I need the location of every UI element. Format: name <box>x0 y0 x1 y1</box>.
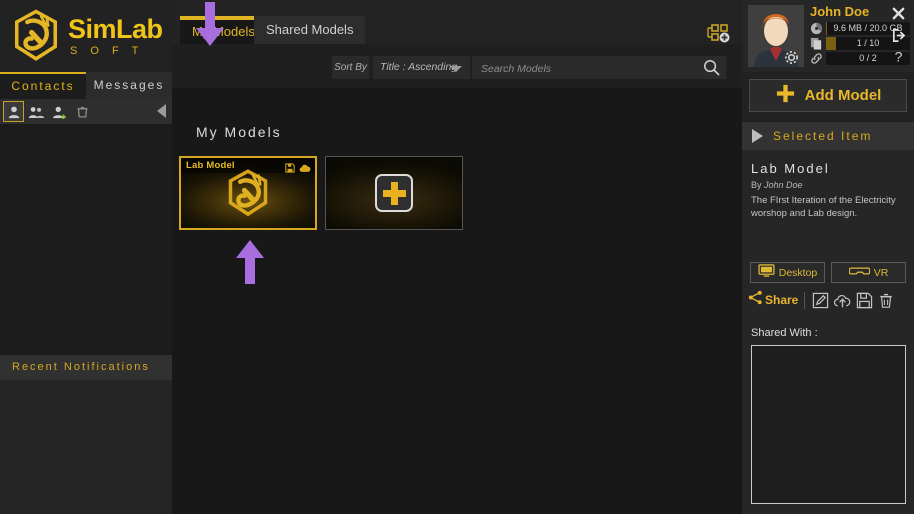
model-author: By John Doe <box>751 180 803 190</box>
monitor-icon <box>758 263 775 282</box>
share-icon[interactable] <box>748 290 763 310</box>
upload-cloud-icon[interactable] <box>831 291 853 310</box>
selected-item-header[interactable]: Selected Item <box>742 122 914 150</box>
right-sidebar: John Doe 9.6 MB / 20.0 GB 1 / 10 0 / 2 ?… <box>742 0 914 514</box>
app-window: SimLab S O F T Contacts Messages Recent … <box>0 0 914 514</box>
save-icon <box>285 160 295 178</box>
share-label[interactable]: Share <box>765 293 798 307</box>
search-input[interactable] <box>479 56 698 81</box>
collapse-left-icon[interactable] <box>157 104 166 118</box>
contacts-list[interactable] <box>0 124 172 355</box>
search-icon[interactable] <box>703 59 720 76</box>
triangle-right-icon <box>752 129 763 143</box>
view-vr-label: VR <box>873 266 889 279</box>
svg-text:?: ? <box>894 49 902 65</box>
contact-icon[interactable] <box>3 101 24 122</box>
add-model-label: Add Model <box>804 87 882 104</box>
user-name: John Doe <box>810 4 870 19</box>
sort-by-select[interactable]: Title : Ascending <box>373 56 470 79</box>
vr-headset-icon <box>848 264 870 282</box>
window-buttons: ? <box>885 2 911 68</box>
sort-by-value: Title : Ascending <box>380 61 458 73</box>
shared-with-section: Shared With : <box>742 317 914 514</box>
contact-group-icon[interactable] <box>26 101 47 122</box>
brand-subtitle: S O F T <box>70 44 144 57</box>
cloud-icon <box>299 160 311 178</box>
sidebar-tab-messages[interactable]: Messages <box>86 72 172 99</box>
add-group-icon[interactable] <box>706 22 732 44</box>
view-vr-button[interactable]: VR <box>831 262 906 283</box>
chevron-down-icon <box>450 66 462 72</box>
search-models-box[interactable] <box>472 56 726 81</box>
model-thumbnail-logo <box>220 166 276 222</box>
model-details: Lab Model By John Doe The FIrst Iteratio… <box>742 150 914 317</box>
author-name: John Doe <box>764 180 803 190</box>
simlab-dragon-logo-icon <box>8 8 64 64</box>
model-actions: Share <box>748 290 908 310</box>
links-icon <box>810 52 823 65</box>
plus-icon[interactable] <box>375 174 413 212</box>
recent-notifications-header: Recent Notifications <box>0 355 172 380</box>
shared-with-label: Shared With : <box>751 327 818 339</box>
add-model-button[interactable]: Add Model <box>749 79 907 112</box>
selected-item-label: Selected Item <box>773 129 873 143</box>
help-icon[interactable]: ? <box>885 46 911 68</box>
shared-with-list[interactable] <box>751 345 906 504</box>
action-divider <box>804 291 806 309</box>
sidebar-tab-contacts[interactable]: Contacts <box>0 72 86 99</box>
model-card-status-icons <box>285 160 311 178</box>
gear-icon[interactable] <box>784 50 799 65</box>
user-header: John Doe 9.6 MB / 20.0 GB 1 / 10 0 / 2 ? <box>742 0 914 72</box>
brand-name: SimLab <box>68 13 163 44</box>
plus-icon <box>775 83 796 109</box>
storage-icon <box>810 22 823 35</box>
model-card-lab-model[interactable]: Lab Model <box>179 156 317 230</box>
sort-toolbar: Sort By Title : Ascending <box>172 44 742 88</box>
model-description: The FIrst Iteration of the Electricity w… <box>751 195 896 219</box>
delete-contact-icon[interactable] <box>72 101 93 122</box>
sort-by-label: Sort By <box>332 56 369 79</box>
section-title: My Models <box>196 124 282 140</box>
model-card-add-new[interactable] <box>325 156 463 230</box>
close-icon[interactable] <box>885 2 911 24</box>
sidebar-tabs: Contacts Messages <box>0 72 172 99</box>
tab-shared-models[interactable]: Shared Models <box>254 16 366 44</box>
main-content: My Models Shared Models Sort By Title : … <box>172 0 742 514</box>
delete-icon[interactable] <box>875 291 897 310</box>
view-desktop-button[interactable]: Desktop <box>750 262 825 283</box>
by-prefix: By <box>751 180 762 190</box>
recent-notifications-list[interactable] <box>0 380 172 514</box>
brand-text: SimLab S O F T <box>68 13 163 57</box>
contacts-toolbar <box>0 99 172 124</box>
add-contact-icon[interactable] <box>49 101 70 122</box>
models-icon <box>810 37 823 50</box>
main-tabbar: My Models Shared Models <box>172 0 742 44</box>
brand-header: SimLab S O F T <box>0 0 172 72</box>
view-desktop-label: Desktop <box>778 266 818 279</box>
save-icon[interactable] <box>853 291 875 310</box>
logout-icon[interactable] <box>885 24 911 46</box>
models-area: My Models Lab Model <box>172 88 742 514</box>
left-sidebar: SimLab S O F T Contacts Messages Recent … <box>0 0 173 514</box>
model-title: Lab Model <box>751 161 830 176</box>
edit-icon[interactable] <box>809 291 831 310</box>
